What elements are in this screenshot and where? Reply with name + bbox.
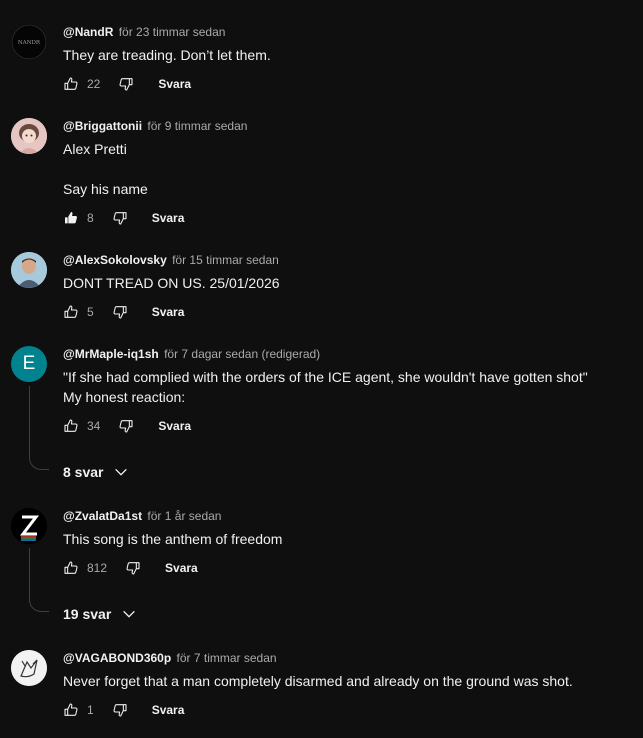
thread-connector xyxy=(29,548,49,612)
avatar[interactable]: E xyxy=(11,346,47,382)
comment-text-line: "If she had complied with the orders of … xyxy=(63,369,588,385)
comment-header: @VAGABOND360p för 7 timmar sedan xyxy=(63,650,633,666)
replies-count: 8 svar xyxy=(63,464,104,480)
like-count: 8 xyxy=(87,211,94,225)
comment-text-line: They are treading. Don’t let them. xyxy=(63,47,271,63)
comment-actions: 8 Svara xyxy=(63,208,184,228)
comment-text-line: Say his name xyxy=(63,181,148,197)
comment-text-line: My honest reaction: xyxy=(63,389,186,405)
thumb-down-icon[interactable] xyxy=(118,76,134,92)
comment-actions: 22 Svara xyxy=(63,74,191,94)
comment-time[interactable]: för 23 timmar sedan xyxy=(119,25,226,39)
reply-button[interactable]: Svara xyxy=(152,211,185,225)
like-count: 22 xyxy=(87,77,101,91)
comment-text: They are treading. Don’t let them. xyxy=(63,45,633,65)
comment-actions: 812 Svara xyxy=(63,558,198,578)
comment-text: Never forget that a man completely disar… xyxy=(63,671,633,691)
comment-actions: 5 Svara xyxy=(63,302,184,322)
comment-author[interactable]: @VAGABOND360p xyxy=(63,651,171,665)
comment-author[interactable]: @AlexSokolovsky xyxy=(63,253,167,267)
reply-button[interactable]: Svara xyxy=(158,419,191,433)
avatar[interactable] xyxy=(11,118,47,154)
view-replies-button[interactable]: 8 svar xyxy=(63,462,129,482)
comment-text: "If she had complied with the orders of … xyxy=(63,367,633,407)
comment-text-line: DONT TREAD ON US. 25/01/2026 xyxy=(63,275,280,291)
comment-header: @NandR för 23 timmar sedan xyxy=(63,24,633,40)
comment-body: @Briggattonii för 9 timmar sedan Alex Pr… xyxy=(63,118,633,199)
comment-text: DONT TREAD ON US. 25/01/2026 xyxy=(63,273,633,293)
comment-text-line: This song is the anthem of freedom xyxy=(63,531,283,547)
comment-body: @NandR för 23 timmar sedan They are trea… xyxy=(63,24,633,65)
comment-text: Alex Pretti Say his name xyxy=(63,139,633,199)
comment-actions: 1 Svara xyxy=(63,700,184,720)
like-count: 1 xyxy=(87,703,94,717)
comment-time[interactable]: för 7 dagar sedan (redigerad) xyxy=(164,347,320,361)
comment-header: @AlexSokolovsky för 15 timmar sedan xyxy=(63,252,633,268)
thumb-up-icon[interactable] xyxy=(63,418,79,434)
avatar-initial: E xyxy=(22,353,36,374)
comment-time[interactable]: för 7 timmar sedan xyxy=(177,651,277,665)
chevron-down-icon xyxy=(123,610,136,618)
avatar[interactable] xyxy=(11,252,47,288)
thumb-down-icon[interactable] xyxy=(112,210,128,226)
like-count: 34 xyxy=(87,419,101,433)
thumb-down-icon[interactable] xyxy=(118,418,134,434)
reply-button[interactable]: Svara xyxy=(158,77,191,91)
thumb-up-icon[interactable] xyxy=(63,702,79,718)
avatar[interactable]: NANDR xyxy=(11,24,47,60)
thumb-down-icon[interactable] xyxy=(112,702,128,718)
comment-time[interactable]: för 1 år sedan xyxy=(147,509,221,523)
comment-text-blank-line xyxy=(63,159,633,179)
avatar[interactable] xyxy=(11,650,47,686)
comment-body: @MrMaple-iq1sh för 7 dagar sedan (redige… xyxy=(63,346,633,407)
chevron-down-icon xyxy=(115,468,128,476)
like-count: 812 xyxy=(87,561,108,575)
comment-body: @VAGABOND360p för 7 timmar sedan Never f… xyxy=(63,650,633,691)
comment-author[interactable]: @ZvalatDa1st xyxy=(63,509,142,523)
reply-button[interactable]: Svara xyxy=(165,561,198,575)
thumb-down-icon[interactable] xyxy=(112,304,128,320)
thumb-up-icon[interactable] xyxy=(63,76,79,92)
thumb-down-icon[interactable] xyxy=(125,560,141,576)
comment-header: @MrMaple-iq1sh för 7 dagar sedan (redige… xyxy=(63,346,633,362)
comment-header: @Briggattonii för 9 timmar sedan xyxy=(63,118,633,134)
comment-text-line: Alex Pretti xyxy=(63,141,127,157)
thumb-up-icon[interactable] xyxy=(63,304,79,320)
thread-connector xyxy=(29,386,49,470)
comment-time[interactable]: för 9 timmar sedan xyxy=(147,119,247,133)
comment-text: This song is the anthem of freedom xyxy=(63,529,633,549)
reply-button[interactable]: Svara xyxy=(152,703,185,717)
comment-author[interactable]: @MrMaple-iq1sh xyxy=(63,347,159,361)
comment-body: @ZvalatDa1st för 1 år sedan This song is… xyxy=(63,508,633,549)
comment-text-line: Never forget that a man completely disar… xyxy=(63,673,573,689)
replies-count: 19 svar xyxy=(63,606,112,622)
thumb-up-filled-icon[interactable] xyxy=(63,210,79,226)
comment-author[interactable]: @NandR xyxy=(63,25,113,39)
thumb-up-icon[interactable] xyxy=(63,560,79,576)
comment-actions: 34 Svara xyxy=(63,416,191,436)
comment-author[interactable]: @Briggattonii xyxy=(63,119,142,133)
view-replies-button[interactable]: 19 svar xyxy=(63,604,137,624)
avatar-logo: NANDR xyxy=(18,40,41,46)
comment-body: @AlexSokolovsky för 15 timmar sedan DONT… xyxy=(63,252,633,293)
avatar[interactable] xyxy=(11,508,47,544)
reply-button[interactable]: Svara xyxy=(152,305,185,319)
like-count: 5 xyxy=(87,305,94,319)
comment-header: @ZvalatDa1st för 1 år sedan xyxy=(63,508,633,524)
comment-time[interactable]: för 15 timmar sedan xyxy=(172,253,279,267)
